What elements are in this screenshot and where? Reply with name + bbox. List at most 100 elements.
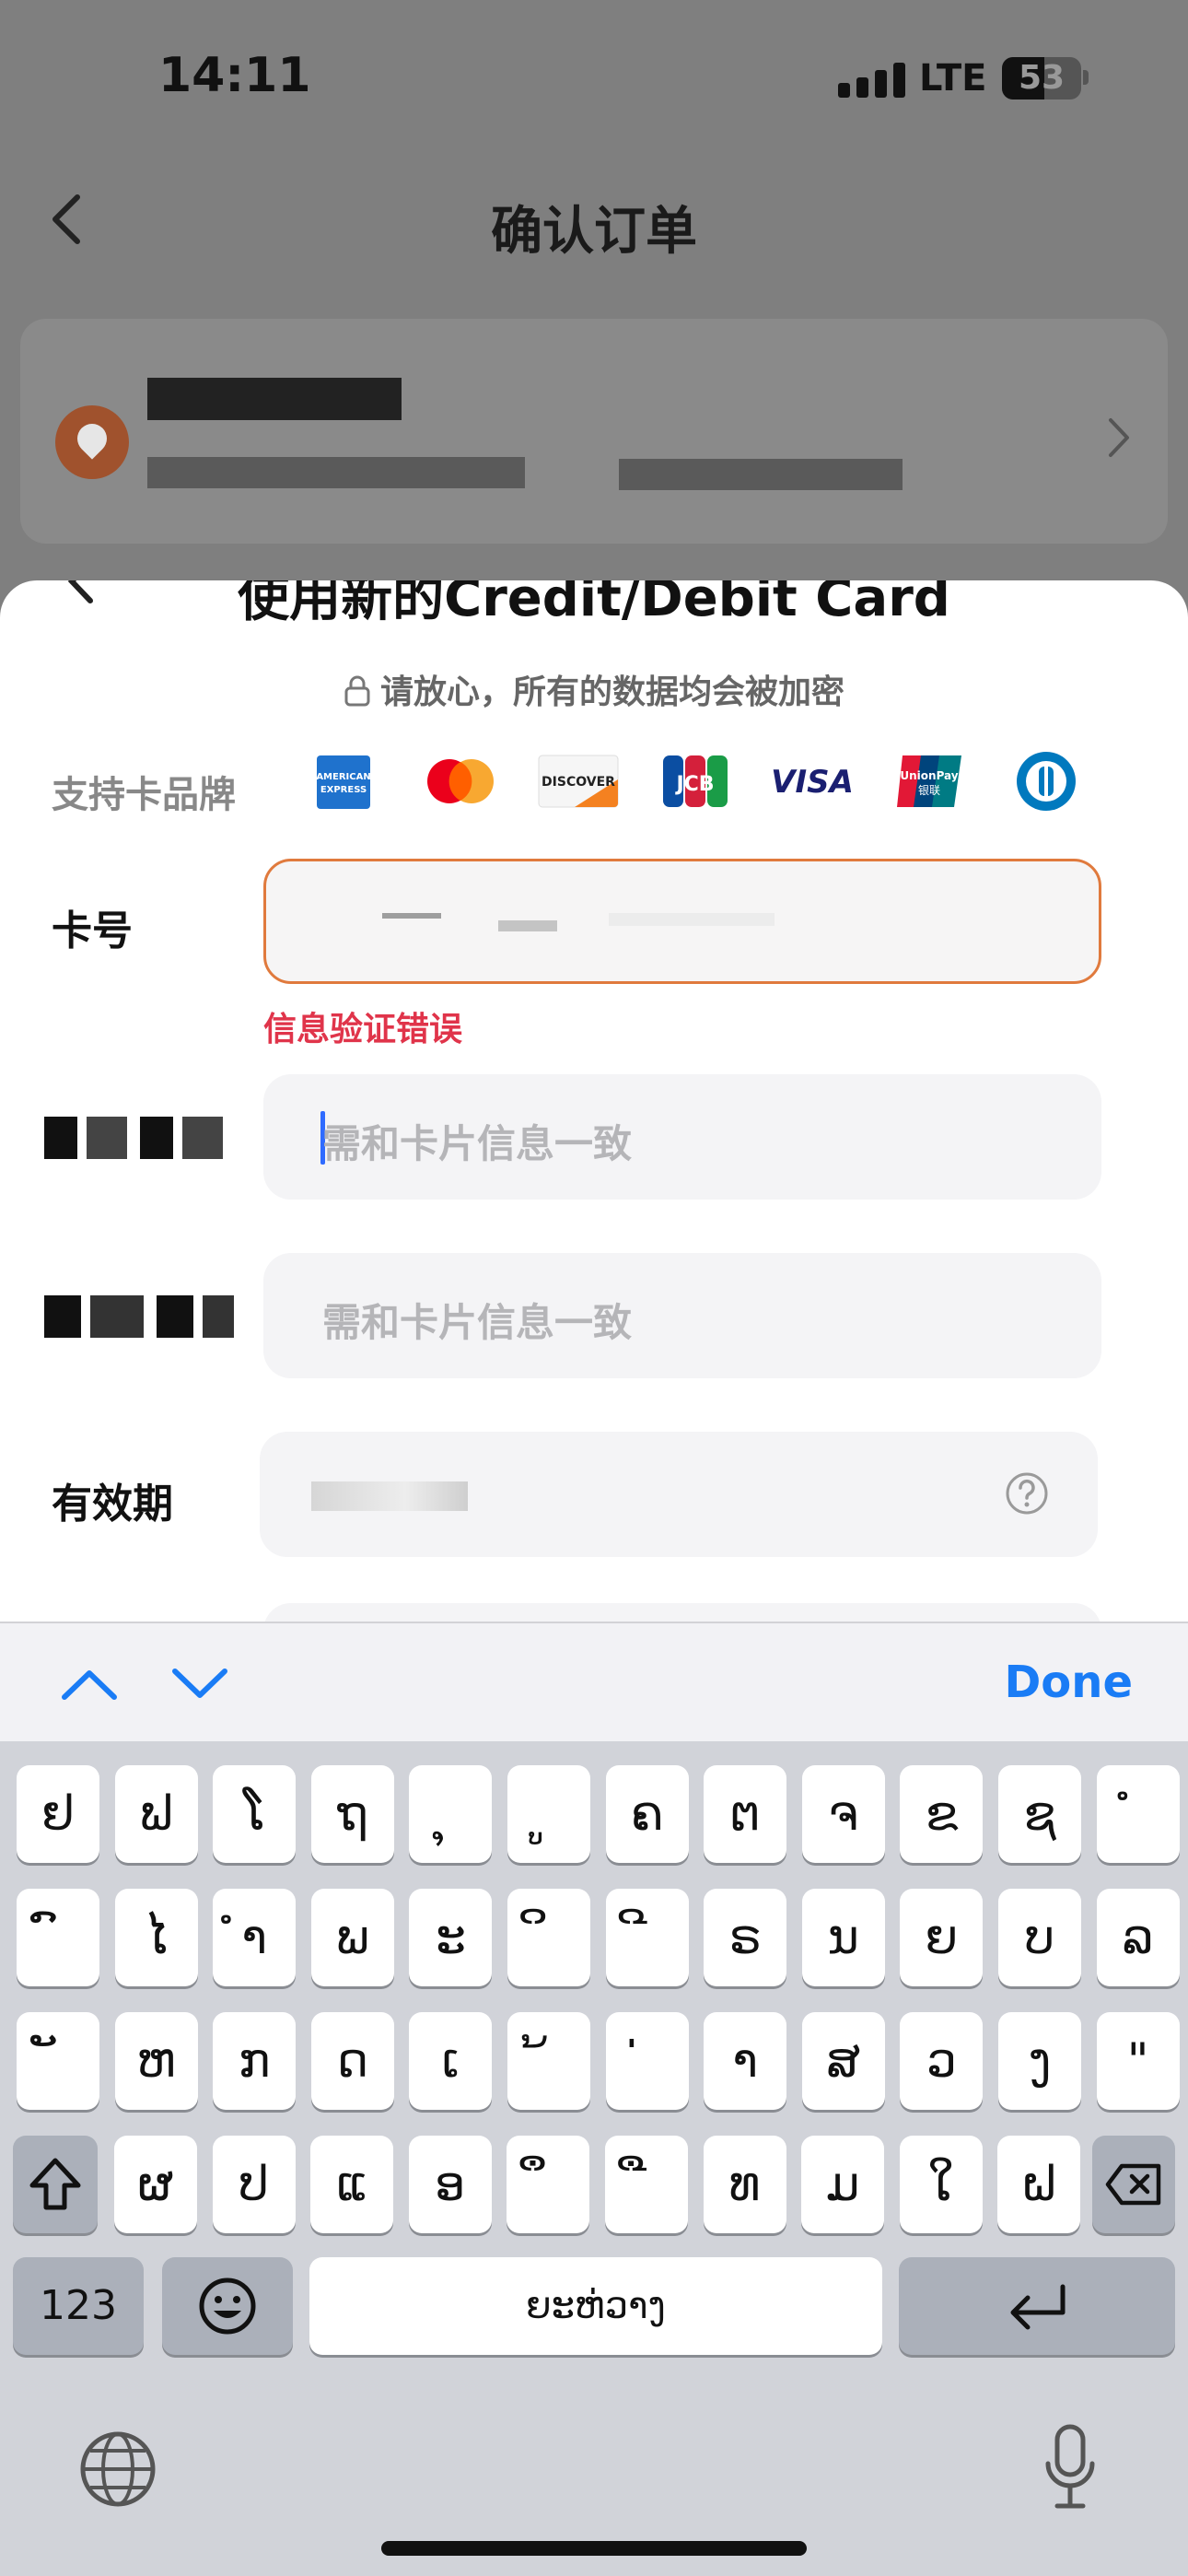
discover-logo-icon: DISCOVER <box>538 755 619 808</box>
key[interactable]: ່ <box>605 2012 689 2110</box>
secure-note-text: 请放心，所有的数据均会被加密 <box>379 673 844 711</box>
key[interactable]: ໂ <box>213 1765 297 1863</box>
lao-keyboard: ຢຟໂຖຸູຄຕຈຂຊໍ ົໄຳພະິີຣນຍບລ ັຫກດເ້່າສວງ" ຜ… <box>0 1741 1188 2576</box>
backspace-icon <box>1105 2163 1161 2206</box>
key[interactable]: ບ <box>998 1889 1081 1986</box>
key[interactable]: ຸ <box>409 1765 493 1863</box>
add-card-sheet: 使用新的Credit/Debit Card 请放心，所有的数据均会被加密 支持卡… <box>0 580 1188 1622</box>
next-field-input[interactable] <box>263 1603 1101 1622</box>
key[interactable]: ທ <box>703 2136 786 2233</box>
status-time: 14:11 <box>158 48 311 103</box>
sheet-title: 使用新的Credit/Debit Card <box>238 580 950 628</box>
svg-text:VISA: VISA <box>772 764 853 801</box>
key[interactable]: ຫ <box>114 2012 198 2110</box>
key[interactable]: ເ <box>409 2012 493 2110</box>
address-line-redacted-2 <box>619 459 903 490</box>
key[interactable]: ຜ <box>114 2136 197 2233</box>
battery-tip <box>1083 70 1089 85</box>
key[interactable]: ຣ <box>704 1889 787 1986</box>
space-key[interactable]: ຍະຫ່ວາງ <box>309 2257 882 2355</box>
next-field-icon[interactable] <box>168 1660 232 1706</box>
return-key[interactable] <box>899 2257 1175 2355</box>
shift-key[interactable] <box>13 2136 98 2233</box>
key[interactable]: ໄ <box>114 1889 198 1986</box>
key[interactable]: ຄ <box>605 1765 689 1863</box>
key[interactable]: ຝ <box>997 2136 1081 2233</box>
done-button[interactable]: Done <box>1004 1657 1133 1708</box>
key[interactable]: ົ <box>17 1889 99 1986</box>
help-icon[interactable] <box>1004 1470 1050 1516</box>
previous-field-icon[interactable] <box>57 1660 122 1706</box>
numbers-key[interactable]: 123 <box>13 2257 144 2355</box>
address-name-redacted <box>147 378 402 420</box>
last-name-input[interactable]: 需和卡片信息一致 <box>263 1253 1101 1378</box>
svg-text:银联: 银联 <box>918 784 940 797</box>
card-number-redacted-3 <box>609 913 775 926</box>
key[interactable]: ຳ <box>213 1889 297 1986</box>
first-name-placeholder: 需和卡片信息一致 <box>322 1121 633 1166</box>
key[interactable]: ັ <box>17 2012 99 2110</box>
first-name-input[interactable]: 需和卡片信息一致 <box>263 1074 1101 1200</box>
location-pin-icon <box>55 405 129 479</box>
key[interactable]: ື <box>605 2136 688 2233</box>
key[interactable]: າ <box>704 2012 787 2110</box>
key[interactable]: ູ <box>507 1765 590 1863</box>
svg-text:DISCOVER: DISCOVER <box>542 775 615 790</box>
lock-icon <box>344 675 370 707</box>
brands-label: 支持卡品牌 <box>52 774 236 816</box>
shift-icon <box>29 2158 81 2210</box>
address-card[interactable] <box>20 319 1168 544</box>
key[interactable]: ຊ <box>998 1765 1081 1863</box>
return-icon <box>1010 2284 1066 2330</box>
jcb-logo-icon: JCB <box>663 755 728 807</box>
svg-text:UnionPay: UnionPay <box>900 769 958 782</box>
microphone-icon[interactable] <box>1041 2421 1100 2513</box>
diners-club-logo-icon <box>1017 752 1076 811</box>
key[interactable]: ດ <box>310 2012 394 2110</box>
expiry-input[interactable] <box>260 1432 1098 1557</box>
key[interactable]: ລ <box>1096 1889 1180 1986</box>
key[interactable]: ໃ <box>899 2136 983 2233</box>
key[interactable]: ີ <box>605 1889 689 1986</box>
key[interactable]: ວ <box>900 2012 984 2110</box>
key[interactable]: ຈ <box>801 1765 885 1863</box>
visa-logo-icon: VISA <box>772 764 853 801</box>
key[interactable]: ປ <box>212 2136 296 2233</box>
key[interactable]: ພ <box>310 1889 394 1986</box>
key[interactable]: " <box>1096 2012 1180 2110</box>
expiry-value-redacted <box>311 1481 468 1511</box>
last-name-placeholder: 需和卡片信息一致 <box>322 1300 633 1345</box>
key[interactable]: ຶ <box>507 2136 590 2233</box>
globe-icon[interactable] <box>77 2429 158 2510</box>
key[interactable]: ງ <box>998 2012 1081 2110</box>
key[interactable]: ກ <box>213 2012 297 2110</box>
keyboard-toolbar: Done <box>0 1622 1188 1741</box>
secure-note: 请放心，所有的数据均会被加密 <box>0 665 1188 713</box>
key[interactable]: ຕ <box>704 1765 787 1863</box>
key[interactable]: ແ <box>310 2136 394 2233</box>
card-number-input[interactable] <box>263 859 1101 984</box>
key[interactable]: ຟ <box>114 1765 198 1863</box>
card-number-redacted <box>382 913 441 919</box>
key[interactable]: ະ <box>409 1889 493 1986</box>
key[interactable]: ສ <box>801 2012 885 2110</box>
chevron-right-icon <box>1109 418 1129 457</box>
key[interactable]: ຖ <box>310 1765 394 1863</box>
key[interactable]: ຂ <box>900 1765 984 1863</box>
svg-text:AMERICAN: AMERICAN <box>317 772 370 782</box>
svg-text:JCB: JCB <box>674 773 714 796</box>
key[interactable]: ິ <box>507 1889 590 1986</box>
expiry-label: 有效期 <box>52 1481 173 1528</box>
key[interactable]: ມ <box>801 2136 885 2233</box>
svg-text:EXPRESS: EXPRESS <box>320 785 367 795</box>
key[interactable]: ນ <box>801 1889 885 1986</box>
key[interactable]: ້ <box>507 2012 590 2110</box>
battery-level: 53 <box>1018 59 1066 97</box>
card-number-label: 卡号 <box>52 907 133 954</box>
backspace-key[interactable] <box>1092 2136 1175 2233</box>
key[interactable]: ຍ <box>900 1889 984 1986</box>
key[interactable]: ຢ <box>17 1765 99 1863</box>
key[interactable]: ອ <box>408 2136 492 2233</box>
key[interactable]: ໍ <box>1096 1765 1180 1863</box>
emoji-key[interactable] <box>162 2257 293 2355</box>
